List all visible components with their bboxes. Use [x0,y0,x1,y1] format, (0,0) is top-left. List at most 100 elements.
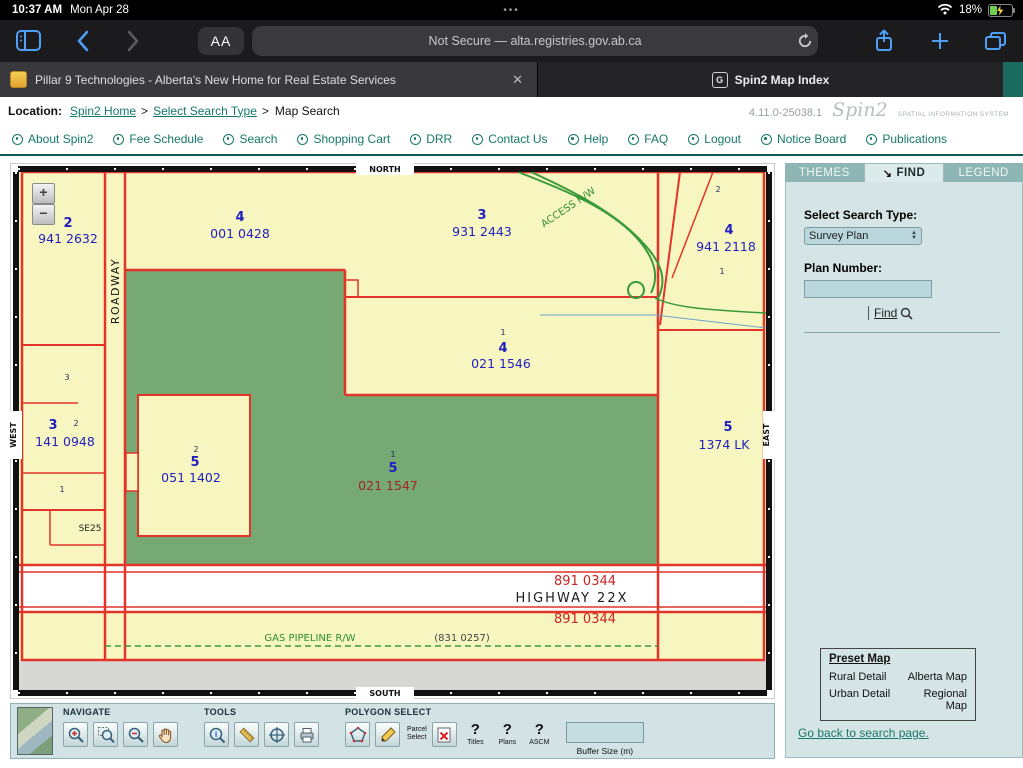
parcel-141-0948[interactable] [22,345,105,510]
pan-tool-button[interactable] [153,722,178,747]
identify-icon: i [208,726,226,744]
navigate-section: NAVIGATE [63,707,178,747]
zoom-out-tool-button[interactable] [123,722,148,747]
map-zoom-out-button[interactable]: − [32,204,55,225]
plan-891-0344-lower: 891 0344 [554,612,616,627]
battery-percent: 18% [959,4,982,16]
question-icon: ? [471,722,480,737]
forward-icon[interactable] [126,30,140,52]
parcel-001-0428[interactable] [125,172,345,270]
nav-notice-board[interactable]: Notice Board [761,132,846,146]
tab-find[interactable]: ↘ FIND [864,163,945,182]
ruler-icon [238,726,256,744]
polygon-icon [349,726,367,744]
nav-fee-schedule[interactable]: Fee Schedule [113,132,203,146]
browser-toolbar: AA Not Secure — alta.registries.gov.ab.c… [0,20,1023,62]
breadcrumb-separator: > [141,104,148,118]
nav-bullet-icon [297,134,308,145]
tools-label: TOOLS [204,707,319,717]
sub-051-1402: 2 [193,445,198,454]
zoom-window-tool-button[interactable] [93,722,118,747]
titles-help-button[interactable]: ? Titles [462,722,489,746]
nav-bullet-icon [12,134,23,145]
nav-faq[interactable]: FAQ [628,132,668,146]
back-to-search-link[interactable]: Go back to search page. [798,726,929,740]
measure-tool-button[interactable] [234,722,259,747]
tab-spin2-title: Spin2 Map Index [735,73,830,87]
tab-spin2[interactable]: G Spin2 Map Index [538,62,1003,97]
close-tab-icon[interactable]: ✕ [508,72,527,88]
new-tab-icon[interactable] [930,31,950,51]
pillar9-favicon [10,71,27,88]
spin2-logo-subtitle: SPATIAL INFORMATION SYSTEM [898,111,1009,118]
spin2-favicon: G [712,72,728,88]
search-type-select[interactable]: Survey Plan ▲▼ [804,227,922,245]
map-viewport[interactable]: NORTH SOUTH WEST EAST 2 941 2632 4 001 0… [10,163,775,699]
locate-tool-button[interactable] [264,722,289,747]
clear-selection-button[interactable] [432,722,457,747]
reader-view-button[interactable]: AA [198,27,244,55]
plan-number-input[interactable] [804,280,932,298]
parcel-1374-lk[interactable] [658,330,764,565]
nav-bullet-icon [688,134,699,145]
plan-number-label: Plan Number: [804,261,1022,275]
date: Mon Apr 28 [70,4,129,16]
address-bar[interactable]: Not Secure — alta.registries.gov.ab.ca [252,26,818,56]
parcel-select-tool-button[interactable] [375,722,400,747]
multitask-dots[interactable]: ••• [503,5,520,16]
crosshair-icon [268,726,286,744]
nav-bullet-icon [628,134,639,145]
polygon-draw-tool-button[interactable] [345,722,370,747]
nav-bullet-icon [761,134,772,145]
compass-west: WEST [10,422,18,448]
nav-contact-us[interactable]: Contact Us [472,132,547,146]
zoom-window-icon [97,726,115,744]
nav-about-spin2[interactable]: About Spin2 [12,132,93,146]
plan-051-1402: 051 1402 [161,470,221,485]
parcel-931-2443[interactable] [345,172,658,297]
sidebar-toggle-icon[interactable] [16,30,41,51]
polygon-select-section: POLYGON SELECT Parcel Select ? Titles ? … [345,707,644,756]
parcel-941-2118[interactable] [658,172,764,330]
share-icon[interactable] [874,29,894,53]
buffer-size-label: Buffer Size (m) [577,746,634,756]
tab-pillar9[interactable]: Pillar 9 Technologies - Alberta's New Ho… [0,62,538,97]
nav-logout[interactable]: Logout [688,132,741,146]
breadcrumb-spin2-home[interactable]: Spin2 Home [70,104,136,118]
buffer-size-input[interactable] [566,722,644,743]
nav-drr[interactable]: DRR [410,132,452,146]
breadcrumb-select-search-type[interactable]: Select Search Type [153,104,257,118]
plans-help-button[interactable]: ? Plans [494,722,521,746]
reload-icon[interactable] [797,33,813,49]
nav-shopping-cart[interactable]: Shopping Cart [297,132,390,146]
parcel-021-1546[interactable] [345,297,658,395]
label-highway-22x: HIGHWAY 22X [515,591,628,606]
plan-891-0344-upper: 891 0344 [554,574,616,589]
preset-alberta-map[interactable]: Alberta Map [901,671,967,683]
preset-rural-detail[interactable]: Rural Detail [829,671,895,683]
tab-legend[interactable]: LEGEND [944,163,1023,182]
site-nav: About Spin2 Fee Schedule Search Shopping… [0,124,1023,156]
print-tool-button[interactable] [294,722,319,747]
nav-publications[interactable]: Publications [866,132,947,146]
version-text: 4.11.0-25038.1 [749,107,822,119]
nav-help[interactable]: Help [568,132,609,146]
find-button[interactable]: Find [868,306,1022,320]
cadastral-map[interactable]: NORTH SOUTH WEST EAST 2 941 2632 4 001 0… [10,163,775,699]
preset-urban-detail[interactable]: Urban Detail [829,688,895,712]
ascm-help-button[interactable]: ? ASCM [526,722,553,746]
tab-themes[interactable]: THEMES [785,163,864,182]
label-se25: SE25 [79,524,102,534]
identify-tool-button[interactable]: i [204,722,229,747]
search-type-label: Select Search Type: [804,208,1022,222]
parcel-sliver[interactable] [126,453,138,491]
map-zoom-in-button[interactable]: + [32,183,55,204]
overview-map-thumbnail[interactable] [17,707,53,755]
preset-regional-map[interactable]: Regional Map [901,688,967,712]
nav-bullet-icon [866,134,877,145]
tabs-overview-icon[interactable] [984,31,1007,51]
nav-search[interactable]: Search [223,132,277,146]
zoom-in-tool-button[interactable] [63,722,88,747]
preset-map-title: Preset Map [829,653,967,665]
back-icon[interactable] [76,30,90,52]
